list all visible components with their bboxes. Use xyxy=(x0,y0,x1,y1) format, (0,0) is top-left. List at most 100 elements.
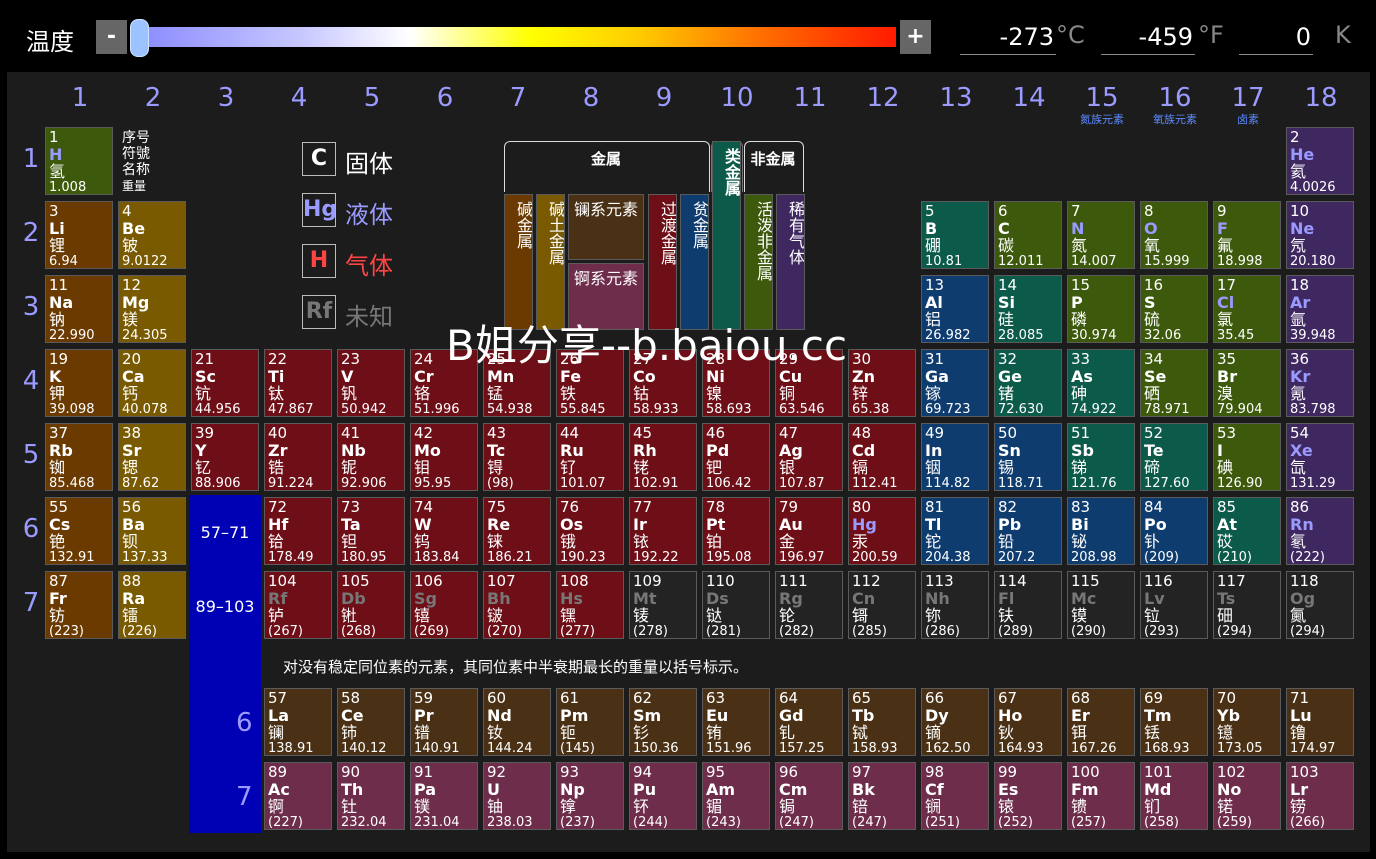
element-v[interactable]: 23 V 钒 50.942 xyxy=(337,349,405,417)
decrease-temperature-button[interactable]: - xyxy=(96,20,127,54)
element-pa[interactable]: 91 Pa 镤 231.04 xyxy=(410,762,478,830)
group-18-header[interactable]: 18 xyxy=(1285,83,1357,113)
element-fm[interactable]: 100 Fm 镄 (257) xyxy=(1067,762,1135,830)
element-ir[interactable]: 77 Ir 铱 192.22 xyxy=(629,497,697,565)
element-lu[interactable]: 71 Lu 镥 174.97 xyxy=(1286,688,1354,756)
element-zr[interactable]: 40 Zr 锆 91.224 xyxy=(264,423,332,491)
kelvin-value[interactable]: 0 xyxy=(1239,20,1313,55)
element-y[interactable]: 39 Y 钇 88.906 xyxy=(191,423,259,491)
element-as[interactable]: 33 As 砷 74.922 xyxy=(1067,349,1135,417)
element-pu[interactable]: 94 Pu 钚 (244) xyxy=(629,762,697,830)
element-ce[interactable]: 58 Ce 铈 140.12 xyxy=(337,688,405,756)
fahrenheit-value[interactable]: -459 xyxy=(1101,20,1195,55)
legend-lanthanides[interactable]: 镧系元素 xyxy=(568,194,644,260)
group-10-header[interactable]: 10 xyxy=(701,83,773,113)
element-k[interactable]: 19 K 钾 39.098 xyxy=(45,349,113,417)
element-s[interactable]: 16 S 硫 32.06 xyxy=(1140,275,1208,343)
element-ra[interactable]: 88 Ra 镭 (226) xyxy=(118,571,186,639)
legend-metalloids[interactable]: 类金属 xyxy=(712,141,741,330)
celsius-value[interactable]: -273 xyxy=(960,20,1056,55)
group-17-header[interactable]: 17 xyxy=(1212,83,1284,113)
element-al[interactable]: 13 Al 铝 26.982 xyxy=(921,275,989,343)
element-zn[interactable]: 30 Zn 锌 65.38 xyxy=(848,349,916,417)
element-p[interactable]: 15 P 磷 30.974 xyxy=(1067,275,1135,343)
element-er[interactable]: 68 Er 铒 167.26 xyxy=(1067,688,1135,756)
element-f[interactable]: 9 F 氟 18.998 xyxy=(1213,201,1281,269)
element-ba[interactable]: 56 Ba 钡 137.33 xyxy=(118,497,186,565)
group-7-header[interactable]: 7 xyxy=(482,83,554,113)
element-pb[interactable]: 82 Pb 铅 207.2 xyxy=(994,497,1062,565)
element-pm[interactable]: 61 Pm 钷 (145) xyxy=(556,688,624,756)
element-ar[interactable]: 18 Ar 氩 39.948 xyxy=(1286,275,1354,343)
actinide-range-label[interactable]: 89–103 xyxy=(189,597,261,616)
element-ta[interactable]: 73 Ta 钽 180.95 xyxy=(337,497,405,565)
element-pd[interactable]: 46 Pd 钯 106.42 xyxy=(702,423,770,491)
element-ti[interactable]: 22 Ti 钛 47.867 xyxy=(264,349,332,417)
element-se[interactable]: 34 Se 硒 78.971 xyxy=(1140,349,1208,417)
group-12-header[interactable]: 12 xyxy=(847,83,919,113)
element-u[interactable]: 92 U 铀 238.03 xyxy=(483,762,551,830)
element-ca[interactable]: 20 Ca 钙 40.078 xyxy=(118,349,186,417)
element-at[interactable]: 85 At 砹 (210) xyxy=(1213,497,1281,565)
legend-alkaline-earth-metals[interactable]: 碱土金属 xyxy=(536,194,565,330)
element-la[interactable]: 57 La 镧 138.91 xyxy=(264,688,332,756)
element-sc[interactable]: 21 Sc 钪 44.956 xyxy=(191,349,259,417)
group-6-header[interactable]: 6 xyxy=(409,83,481,113)
element-pt[interactable]: 78 Pt 铂 195.08 xyxy=(702,497,770,565)
element-rn[interactable]: 86 Rn 氡 (222) xyxy=(1286,497,1354,565)
element-re[interactable]: 75 Re 铼 186.21 xyxy=(483,497,551,565)
element-n[interactable]: 7 N 氮 14.007 xyxy=(1067,201,1135,269)
element-lv[interactable]: 116 Lv 𫟷 (293) xyxy=(1140,571,1208,639)
element-po[interactable]: 84 Po 钋 (209) xyxy=(1140,497,1208,565)
period-3-header[interactable]: 3 xyxy=(20,292,42,322)
element-si[interactable]: 14 Si 硅 28.085 xyxy=(994,275,1062,343)
period-6-header[interactable]: 6 xyxy=(20,514,42,544)
element-bk[interactable]: 97 Bk 锫 (247) xyxy=(848,762,916,830)
element-tc[interactable]: 43 Tc 锝 (98) xyxy=(483,423,551,491)
period-4-header[interactable]: 4 xyxy=(20,366,42,396)
element-ds[interactable]: 110 Ds 𫟼 (281) xyxy=(702,571,770,639)
period-2-header[interactable]: 2 xyxy=(20,218,42,248)
element-md[interactable]: 101 Md 钔 (258) xyxy=(1140,762,1208,830)
element-h[interactable]: 1 H 氢 1.008 xyxy=(45,127,113,195)
element-bi[interactable]: 83 Bi 铋 208.98 xyxy=(1067,497,1135,565)
element-cf[interactable]: 98 Cf 锎 (251) xyxy=(921,762,989,830)
element-i[interactable]: 53 I 碘 126.90 xyxy=(1213,423,1281,491)
element-kr[interactable]: 36 Kr 氪 83.798 xyxy=(1286,349,1354,417)
element-mg[interactable]: 12 Mg 镁 24.305 xyxy=(118,275,186,343)
element-tb[interactable]: 65 Tb 铽 158.93 xyxy=(848,688,916,756)
element-sm[interactable]: 62 Sm 钐 150.36 xyxy=(629,688,697,756)
element-ts[interactable]: 117 Ts 鿬 (294) xyxy=(1213,571,1281,639)
element-rh[interactable]: 45 Rh 铑 102.91 xyxy=(629,423,697,491)
element-na[interactable]: 11 Na 钠 22.990 xyxy=(45,275,113,343)
element-rb[interactable]: 37 Rb 铷 85.468 xyxy=(45,423,113,491)
element-cd[interactable]: 48 Cd 镉 112.41 xyxy=(848,423,916,491)
temperature-slider-thumb[interactable] xyxy=(130,19,149,57)
element-b[interactable]: 5 B 硼 10.81 xyxy=(921,201,989,269)
period-5-header[interactable]: 5 xyxy=(20,440,42,470)
element-ho[interactable]: 67 Ho 钬 164.93 xyxy=(994,688,1062,756)
legend-noble-gases[interactable]: 稀有气体 xyxy=(776,194,805,330)
element-dy[interactable]: 66 Dy 镝 162.50 xyxy=(921,688,989,756)
element-nh[interactable]: 113 Nh 鿭 (286) xyxy=(921,571,989,639)
element-o[interactable]: 8 O 氧 15.999 xyxy=(1140,201,1208,269)
element-gd[interactable]: 64 Gd 钆 157.25 xyxy=(775,688,843,756)
temperature-slider-track[interactable] xyxy=(136,27,896,47)
element-be[interactable]: 4 Be 铍 9.0122 xyxy=(118,201,186,269)
element-cn[interactable]: 112 Cn 鿔 (285) xyxy=(848,571,916,639)
element-ru[interactable]: 44 Ru 钌 101.07 xyxy=(556,423,624,491)
element-mo[interactable]: 42 Mo 钼 95.95 xyxy=(410,423,478,491)
element-hs[interactable]: 108 Hs 𬭶 (277) xyxy=(556,571,624,639)
legend-alkali-metals[interactable]: 碱金属 xyxy=(504,194,533,330)
element-hf[interactable]: 72 Hf 铪 178.49 xyxy=(264,497,332,565)
legend-reactive-nonmetals[interactable]: 活泼非金属 xyxy=(744,194,773,330)
element-nd[interactable]: 60 Nd 钕 144.24 xyxy=(483,688,551,756)
element-te[interactable]: 52 Te 碲 127.60 xyxy=(1140,423,1208,491)
element-li[interactable]: 3 Li 锂 6.94 xyxy=(45,201,113,269)
element-fl[interactable]: 114 Fl 𫓧 (289) xyxy=(994,571,1062,639)
element-pr[interactable]: 59 Pr 镨 140.91 xyxy=(410,688,478,756)
element-tl[interactable]: 81 Tl 铊 204.38 xyxy=(921,497,989,565)
element-tm[interactable]: 69 Tm 铥 168.93 xyxy=(1140,688,1208,756)
element-sb[interactable]: 51 Sb 锑 121.76 xyxy=(1067,423,1135,491)
group-2-header[interactable]: 2 xyxy=(117,83,189,113)
